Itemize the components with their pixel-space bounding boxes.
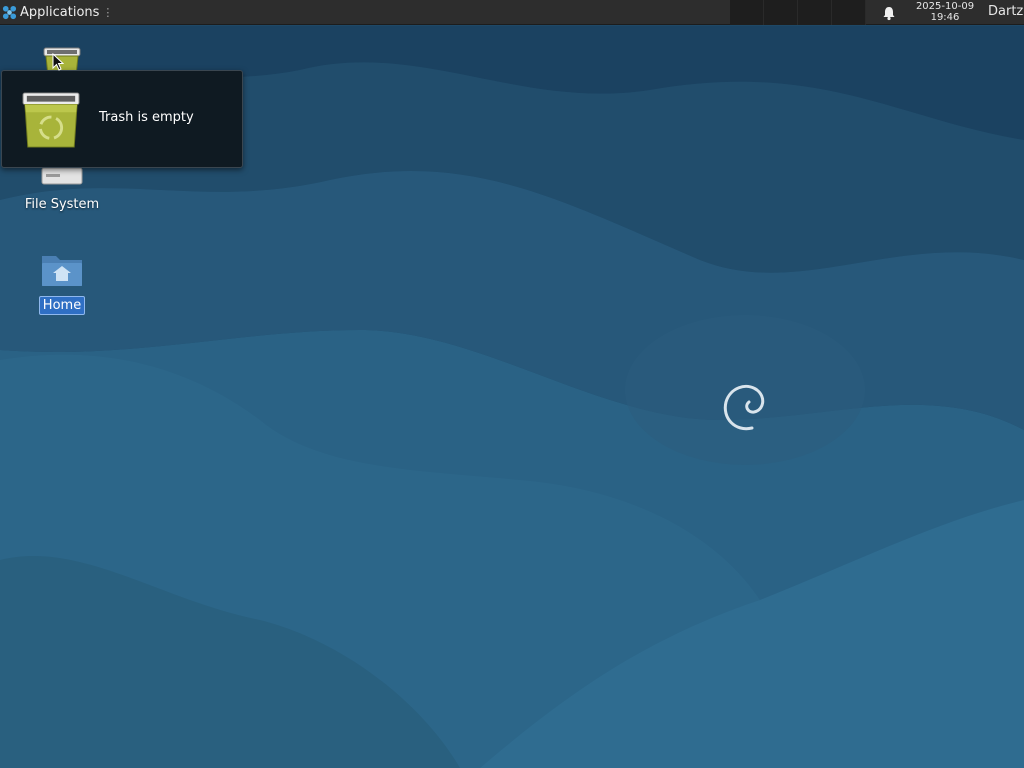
desktop-icon-label: File System xyxy=(24,197,100,212)
trash-tooltip: Trash is empty xyxy=(1,70,243,168)
workspace-3[interactable] xyxy=(798,0,832,25)
workspace-switcher xyxy=(730,0,866,25)
workspace-4[interactable] xyxy=(832,0,866,25)
clock-date: 2025-10-09 xyxy=(915,1,975,12)
applications-menu-button[interactable]: Applications ⋮ xyxy=(2,3,113,22)
desktop-icon-home[interactable]: Home xyxy=(14,250,110,315)
trash-icon xyxy=(22,92,80,148)
applications-menu-label: Applications xyxy=(20,5,100,20)
clock-time: 19:46 xyxy=(930,12,960,23)
workspace-1[interactable] xyxy=(730,0,764,25)
tooltip-text: Trash is empty xyxy=(99,110,194,125)
desktop-screen: Applications ⋮ 2025-10-09 19:46 Dartz Fi… xyxy=(0,0,1024,768)
panel-handle-icon: ⋮ xyxy=(102,6,114,19)
home-folder-icon xyxy=(42,256,82,286)
desktop-icon-label: Home xyxy=(38,296,86,315)
workspace-2[interactable] xyxy=(764,0,798,25)
mouse-cursor-icon xyxy=(52,53,64,71)
bell-icon[interactable] xyxy=(881,5,897,21)
top-panel: Applications ⋮ 2025-10-09 19:46 Dartz xyxy=(0,0,1024,25)
user-menu[interactable]: Dartz xyxy=(988,4,1023,19)
panel-clock[interactable]: 2025-10-09 19:46 xyxy=(906,1,984,23)
xfce-icon xyxy=(2,5,17,20)
